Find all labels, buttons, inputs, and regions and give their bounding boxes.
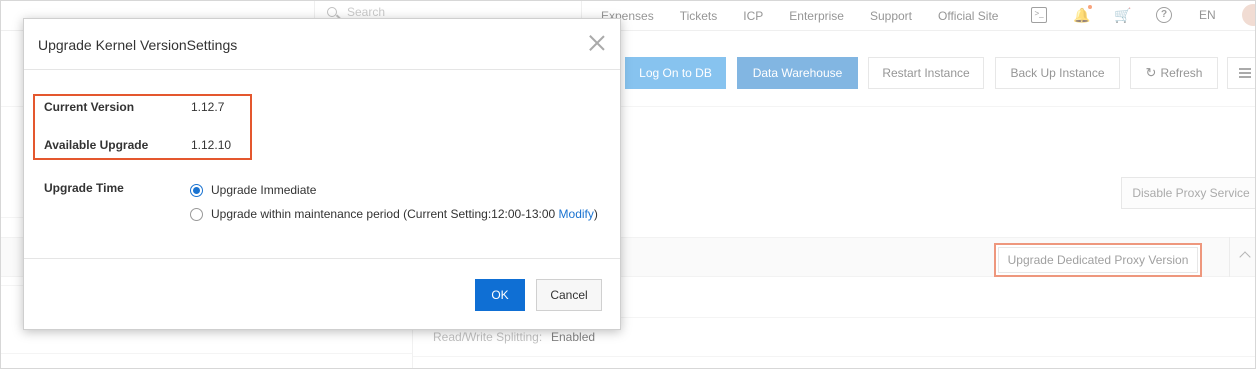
current-version-label: Current Version <box>44 100 135 114</box>
ok-button[interactable]: OK <box>475 279 525 311</box>
upgrade-maintenance-option[interactable]: Upgrade within maintenance period (Curre… <box>190 206 598 222</box>
current-version-value: 1.12.7 <box>191 100 225 114</box>
available-upgrade-value: 1.12.10 <box>191 138 232 152</box>
dialog-title: Upgrade Kernel VersionSettings <box>38 37 238 53</box>
close-icon[interactable] <box>589 35 605 51</box>
upgrade-maintenance-label: Upgrade within maintenance period (Curre… <box>211 207 598 221</box>
upgrade-kernel-dialog: Upgrade Kernel VersionSettings Current V… <box>23 18 621 330</box>
radio-button[interactable] <box>190 207 203 221</box>
console-page: Search Expenses Tickets ICP Enterprise S… <box>0 0 1256 369</box>
modify-link[interactable]: Modify <box>559 207 594 221</box>
radio-button-checked[interactable] <box>190 183 203 197</box>
upgrade-immediate-option[interactable]: Upgrade Immediate <box>190 182 316 198</box>
upgrade-immediate-label: Upgrade Immediate <box>211 183 317 197</box>
dialog-header: Upgrade Kernel VersionSettings <box>24 19 620 70</box>
maintenance-text: Upgrade within maintenance period (Curre… <box>211 207 559 221</box>
maintenance-text-end: ) <box>593 207 598 221</box>
upgrade-time-label: Upgrade Time <box>44 181 124 195</box>
divider <box>24 258 620 259</box>
available-upgrade-label: Available Upgrade <box>44 138 149 152</box>
cancel-button[interactable]: Cancel <box>536 279 602 311</box>
